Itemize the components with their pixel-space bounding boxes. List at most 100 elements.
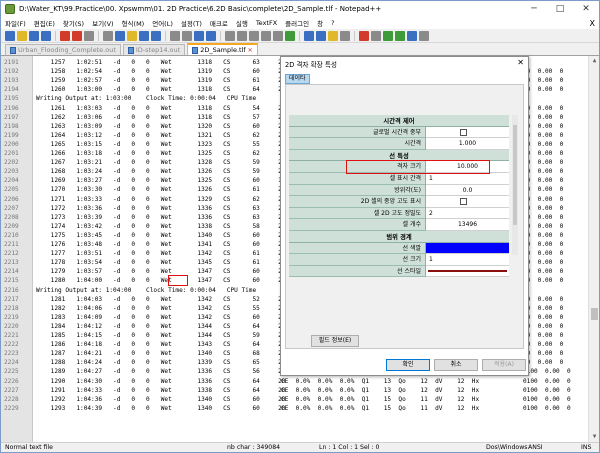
line-number: 2194 bbox=[4, 86, 19, 94]
value-global-time[interactable] bbox=[426, 126, 509, 139]
vertical-scrollbar[interactable]: ▲ ▼ bbox=[588, 56, 599, 442]
replace-icon[interactable] bbox=[182, 30, 192, 41]
line-text: 1275 1:03:45 -d 0 0 Wet 1340 CS 60 22 bbox=[36, 231, 286, 239]
menu-window[interactable]: 창 bbox=[317, 18, 323, 28]
close-all-icon[interactable] bbox=[72, 30, 82, 41]
line-number: 2213 bbox=[4, 259, 19, 267]
tab-data[interactable]: 데이타 bbox=[285, 74, 310, 84]
value-orientation[interactable]: 0.0 bbox=[426, 184, 509, 197]
line-text: 1276 1:03:48 -d 0 0 Wet 1341 CS 60 22 bbox=[36, 241, 286, 248]
line-number: 2227 bbox=[4, 386, 19, 394]
minimize-button[interactable]: ─ bbox=[521, 1, 547, 17]
close-tab-icon[interactable]: ✕ bbox=[248, 47, 253, 54]
menu-macro[interactable]: 매크로 bbox=[210, 18, 228, 28]
menu-settings[interactable]: 설정(T) bbox=[181, 18, 202, 28]
save-icon[interactable] bbox=[29, 30, 39, 41]
tab-id-step14[interactable]: ID-step14.out bbox=[122, 44, 186, 55]
dialog-close-button[interactable]: ✕ bbox=[517, 58, 524, 67]
menu-format[interactable]: 형식(M) bbox=[122, 18, 145, 28]
stop-icon[interactable] bbox=[371, 30, 381, 41]
wrap-icon[interactable] bbox=[249, 30, 259, 41]
value-line-color-swatch[interactable] bbox=[426, 242, 509, 255]
undo-icon[interactable] bbox=[139, 30, 149, 41]
play-icon[interactable] bbox=[383, 30, 393, 41]
menu-file[interactable]: 파일(F) bbox=[5, 18, 26, 28]
editor-line[interactable]: 2229 1293 1:04:39 -d 0 0 Wet 1340 CS 60 … bbox=[1, 404, 588, 413]
value-line-style[interactable] bbox=[426, 265, 509, 278]
sync-v-icon[interactable] bbox=[225, 30, 235, 41]
section-line-props[interactable]: 선 특성 bbox=[289, 149, 509, 162]
section-boundary[interactable]: 범위 경계 bbox=[289, 231, 509, 243]
highlight-box-1347 bbox=[168, 275, 188, 286]
line-text: 1277 1:03:51 -d 0 0 Wet 1342 CS 61 22 bbox=[36, 250, 286, 258]
zoom-in-icon[interactable] bbox=[194, 30, 204, 41]
line-text: 1287 1:04:21 -d 0 0 Wet 1340 CS 68 20 bbox=[36, 350, 286, 358]
tab-urban-flooding[interactable]: Urban_Flooding_Complete.out bbox=[5, 44, 121, 55]
menu-language[interactable]: 언어(L) bbox=[152, 18, 173, 28]
line-text-far: 00 0.00 0 bbox=[523, 195, 564, 203]
func-list-icon[interactable] bbox=[316, 30, 326, 41]
line-text-right: CE 0.0% 0.0% 0.0% Q1 15 Qo 11 dV 12 Hx bbox=[281, 395, 480, 403]
ok-button[interactable]: 확인 bbox=[386, 359, 430, 371]
menu-view[interactable]: 보기(V) bbox=[92, 18, 113, 28]
print-icon[interactable] bbox=[84, 30, 94, 41]
menu-help[interactable]: ? bbox=[331, 19, 334, 27]
menu-search[interactable]: 찾기(S) bbox=[63, 18, 84, 28]
global-time-checkbox[interactable] bbox=[460, 128, 467, 136]
grid-scrollbar[interactable] bbox=[512, 115, 518, 255]
tab-2d-sample[interactable]: 2D_Sample.tlf ✕ bbox=[187, 43, 258, 55]
scroll-down-icon[interactable]: ▼ bbox=[591, 433, 598, 440]
value-line-width[interactable]: 1 bbox=[426, 254, 509, 266]
paste-icon[interactable] bbox=[127, 30, 137, 41]
value-elev-precision[interactable]: 2 bbox=[426, 207, 509, 220]
editor-line[interactable]: 2226 1290 1:04:30 -d 0 0 Wet 1336 CS 64 … bbox=[1, 377, 588, 386]
title-bar: D:\Water_KT\99.Practice\00. Xpswmm\01. 2… bbox=[1, 1, 599, 17]
folder-icon[interactable] bbox=[328, 30, 338, 41]
menu-textfx[interactable]: TextFX bbox=[256, 19, 277, 27]
grid-scroll-thumb[interactable] bbox=[513, 125, 517, 225]
monitor-icon[interactable] bbox=[340, 30, 350, 41]
indent-guide-icon[interactable] bbox=[273, 30, 283, 41]
value-time-step[interactable]: 1.000 bbox=[426, 138, 509, 150]
lang-icon[interactable] bbox=[285, 30, 295, 41]
open-icon[interactable] bbox=[17, 30, 27, 41]
maximize-button[interactable]: □ bbox=[547, 1, 573, 17]
sync-h-icon[interactable] bbox=[237, 30, 247, 41]
scroll-thumb[interactable] bbox=[591, 308, 598, 320]
cut-icon[interactable] bbox=[103, 30, 113, 41]
line-text-far: 00 0.00 0 bbox=[523, 250, 564, 258]
close-icon[interactable] bbox=[60, 30, 70, 41]
zoom-out-icon[interactable] bbox=[206, 30, 216, 41]
scroll-up-icon[interactable]: ▲ bbox=[591, 57, 598, 64]
doc-map-icon[interactable] bbox=[304, 30, 314, 41]
close-doc-button[interactable]: X bbox=[590, 19, 595, 28]
record-icon[interactable] bbox=[359, 30, 369, 41]
field-info-button[interactable]: 필드 정보(E) bbox=[311, 335, 359, 347]
close-window-button[interactable]: ✕ bbox=[573, 1, 599, 17]
editor-line[interactable]: 2227 1291 1:04:33 -d 0 0 Wet 1338 CS 64 … bbox=[1, 386, 588, 395]
new-icon[interactable] bbox=[5, 30, 15, 41]
redo-icon[interactable] bbox=[151, 30, 161, 41]
apply-button[interactable]: 적용(A) bbox=[482, 359, 526, 371]
cancel-button[interactable]: 취소 bbox=[434, 359, 478, 371]
menu-plugins[interactable]: 플러그인 bbox=[285, 18, 309, 28]
line-number: 2220 bbox=[4, 322, 19, 330]
section-time-control[interactable]: 시간격 제어 bbox=[289, 115, 509, 127]
abc-icon[interactable] bbox=[419, 30, 429, 41]
menu-edit[interactable]: 편집(E) bbox=[34, 18, 55, 28]
editor-line[interactable]: 2228 1292 1:04:36 -d 0 0 Wet 1340 CS 60 … bbox=[1, 395, 588, 404]
all-chars-icon[interactable] bbox=[261, 30, 271, 41]
find-icon[interactable] bbox=[170, 30, 180, 41]
midpoint-checkbox[interactable] bbox=[460, 198, 467, 206]
label-global-time: 글로벌 시간격 중부 bbox=[289, 126, 426, 139]
save-macro-icon[interactable] bbox=[407, 30, 417, 41]
line-text-far: 00 0.00 0 bbox=[523, 277, 564, 285]
tab-label: Urban_Flooding_Complete.out bbox=[18, 46, 116, 54]
copy-icon[interactable] bbox=[115, 30, 125, 41]
value-cell-display[interactable]: 1 bbox=[426, 173, 509, 185]
play-multi-icon[interactable] bbox=[395, 30, 405, 41]
save-all-icon[interactable] bbox=[41, 30, 51, 41]
menu-run[interactable]: 실행 bbox=[236, 18, 248, 28]
line-number: 2216 bbox=[4, 286, 19, 294]
value-show-midpoint[interactable] bbox=[426, 196, 509, 208]
